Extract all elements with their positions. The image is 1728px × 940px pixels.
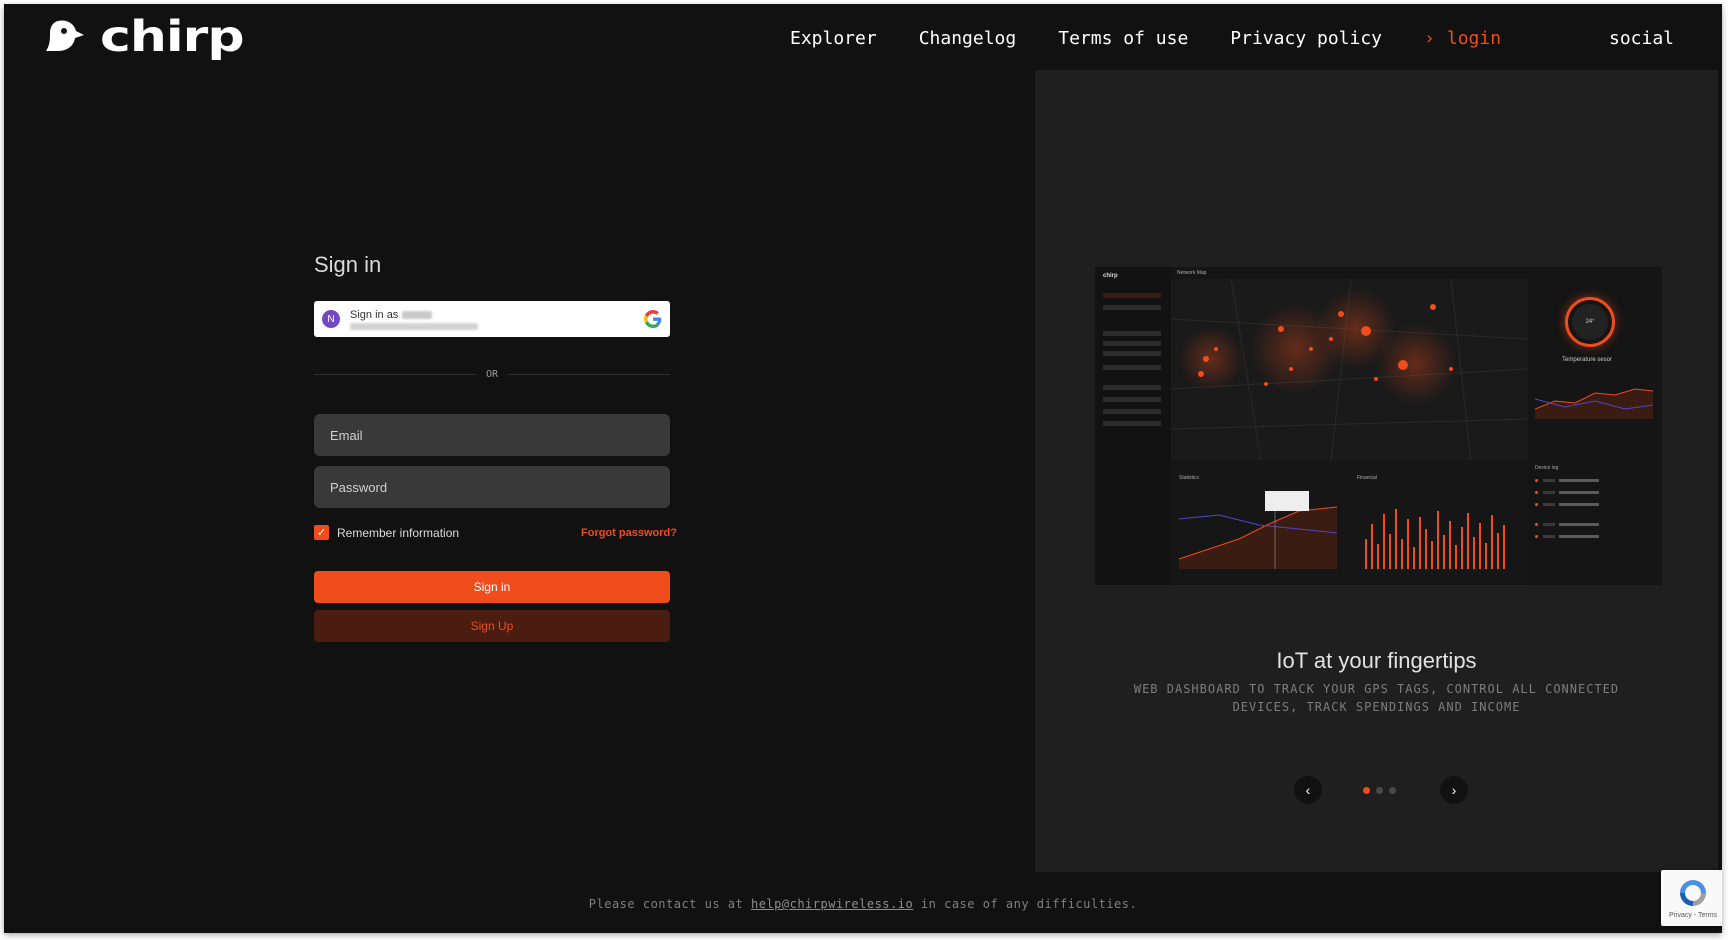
chirp-logo[interactable]: chirp: [44, 12, 245, 62]
preview-log-row: [1535, 523, 1645, 526]
nav-login-label: login: [1446, 28, 1502, 49]
preview-sidebar-item: [1103, 293, 1161, 298]
signin-title: Sign in: [314, 252, 382, 277]
divider-line: [508, 374, 671, 375]
app-window: chirp Explorer Changelog Terms of use Pr…: [4, 4, 1722, 933]
social-label: social: [1609, 28, 1675, 49]
preview-log-row: [1535, 491, 1645, 494]
preview-log-row: [1535, 479, 1645, 482]
preview-gauge-value: 24°: [1572, 304, 1608, 340]
recaptcha-badge[interactable]: Privacy - Terms: [1661, 870, 1722, 926]
preview-sidebar-item: [1103, 331, 1161, 336]
preview-financial-chart: [1365, 509, 1505, 569]
nav-explorer[interactable]: Explorer: [790, 28, 877, 49]
remember-checkbox-row[interactable]: ✓ Remember information: [314, 525, 459, 540]
top-nav: Explorer Changelog Terms of use Privacy …: [790, 28, 1501, 49]
google-account-info: Sign in as: [350, 309, 478, 330]
nav-privacy-policy[interactable]: Privacy policy: [1230, 28, 1382, 49]
preview-sidebar-item: [1103, 409, 1161, 414]
carousel-dot[interactable]: [1376, 787, 1383, 794]
preview-sidebar: chirp: [1095, 267, 1171, 585]
footer-text-after: in case of any difficulties.: [913, 897, 1138, 911]
or-divider: OR: [314, 369, 671, 380]
google-signin-button[interactable]: N Sign in as: [314, 301, 670, 337]
dashboard-preview-image: chirp Network Map 24° Temperature sesor …: [1095, 267, 1662, 585]
preview-financial-label: Financial: [1357, 475, 1378, 481]
preview-sidebar-item: [1103, 365, 1161, 370]
preview-map-title: Network Map: [1177, 270, 1207, 276]
preview-logo: chirp: [1103, 273, 1118, 279]
preview-sidebar-item: [1103, 305, 1161, 310]
preview-device-log-label: Device log: [1535, 465, 1559, 471]
nav-changelog[interactable]: Changelog: [919, 28, 1017, 49]
carousel-dot[interactable]: [1363, 787, 1370, 794]
nav-login[interactable]: › login: [1424, 28, 1501, 49]
preview-sidebar-item: [1103, 341, 1161, 346]
preview-stats-chart: [1179, 491, 1338, 569]
preview-statistics-label: Statistics: [1179, 475, 1200, 481]
social-menu[interactable]: social ⠿: [1609, 28, 1674, 49]
signin-button[interactable]: Sign in: [314, 571, 670, 603]
google-icon: [644, 310, 662, 328]
redacted-name: [402, 310, 433, 319]
carousel-next-button[interactable]: ›: [1440, 776, 1468, 804]
chevron-right-icon: ›: [1451, 782, 1457, 798]
footer-contact: Please contact us at help@chirpwireless.…: [4, 897, 1722, 911]
chevron-right-icon: ›: [1424, 28, 1435, 49]
signup-button[interactable]: Sign Up: [314, 610, 670, 642]
redacted-email: [350, 322, 478, 330]
preview-sidebar-item: [1103, 421, 1161, 426]
carousel-dots: [1363, 787, 1396, 794]
map-graphic: [1171, 279, 1528, 460]
remember-checkbox[interactable]: ✓: [314, 525, 329, 540]
divider-line: [314, 374, 476, 375]
email-field[interactable]: [314, 414, 670, 456]
preview-sidebar-item: [1103, 351, 1161, 356]
carousel-prev-button[interactable]: ‹: [1294, 776, 1322, 804]
remember-label: Remember information: [337, 525, 460, 540]
footer-email-link[interactable]: help@chirpwireless.io: [751, 897, 913, 911]
logo-wordmark: chirp: [100, 12, 245, 62]
preview-map: [1171, 279, 1528, 460]
promo-title: IoT at your fingertips: [1276, 648, 1477, 673]
preview-topbar: [1171, 267, 1662, 279]
forgot-password-link[interactable]: Forgot password?: [581, 527, 677, 539]
promo-panel: chirp Network Map 24° Temperature sesor …: [1035, 70, 1718, 872]
footer-text-before: Please contact us at: [588, 897, 751, 911]
password-field[interactable]: [314, 466, 670, 508]
preview-temp-chart: [1535, 388, 1654, 419]
promo-subtitle: WEB DASHBOARD TO TRACK YOUR GPS TAGS, CO…: [1133, 682, 1620, 714]
bird-icon: [46, 20, 84, 51]
google-account-label: Sign in as: [350, 309, 478, 321]
preview-sidebar-item: [1103, 397, 1161, 402]
nav-terms-of-use[interactable]: Terms of use: [1058, 28, 1188, 49]
recaptcha-terms[interactable]: Privacy - Terms: [1669, 912, 1717, 919]
google-signin-as-text: Sign in as: [350, 308, 399, 321]
chevron-left-icon: ‹: [1305, 782, 1311, 798]
or-text: OR: [485, 369, 499, 380]
preview-sidebar-item: [1103, 385, 1161, 390]
preview-log-row: [1535, 503, 1645, 506]
preview-temp-label: Temperature sesor: [1562, 357, 1613, 363]
recaptcha-icon: [1680, 880, 1706, 906]
avatar: N: [322, 310, 340, 328]
preview-log-row: [1535, 535, 1645, 538]
carousel-dot[interactable]: [1389, 787, 1396, 794]
